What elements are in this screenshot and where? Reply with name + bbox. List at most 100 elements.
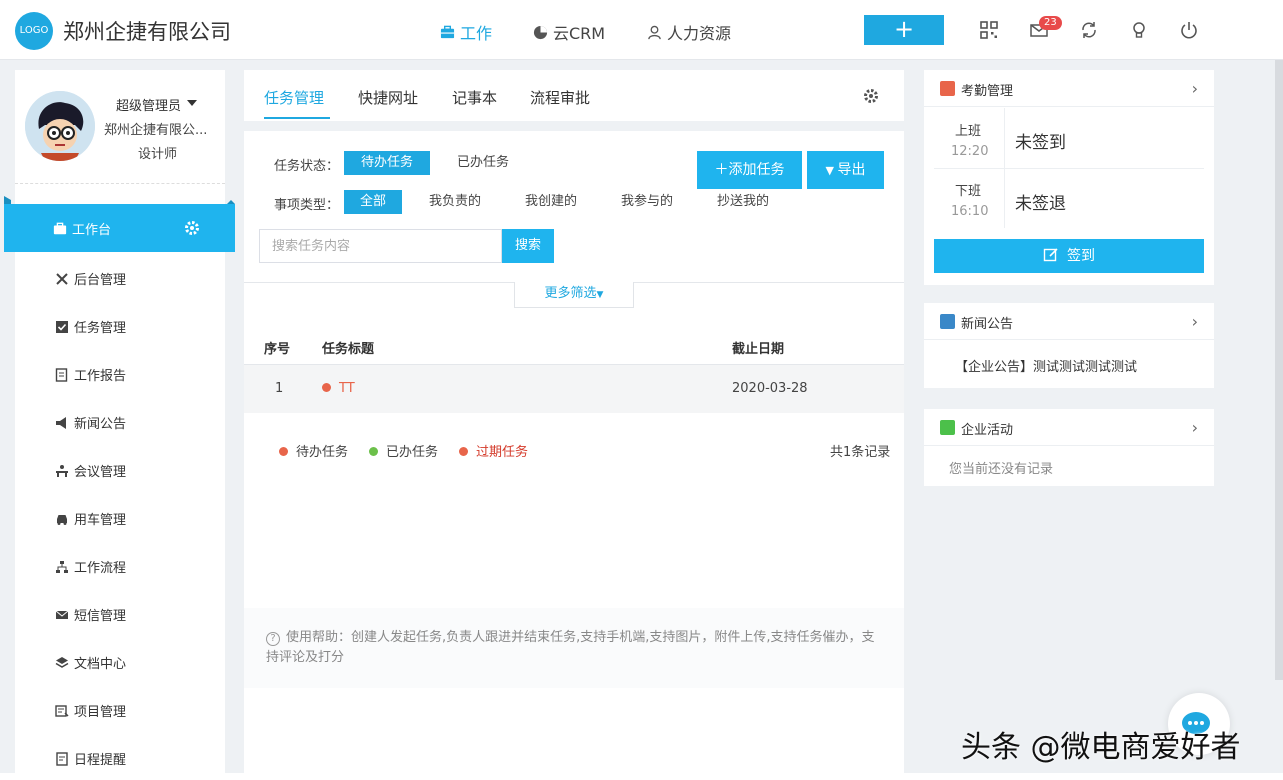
sidebar-item-tasks[interactable]: 任务管理 <box>55 317 126 336</box>
tab-notebook[interactable]: 记事本 <box>452 87 497 108</box>
edit-icon <box>1043 248 1058 262</box>
help-content: 使用帮助：创建人发起任务,负责人跟进并结束任务,支持手机端,支持图片，附件上传,… <box>266 630 875 665</box>
export-button[interactable]: ▼ 导出 <box>807 151 884 189</box>
attendance-header[interactable]: 考勤管理 › <box>924 70 1214 107</box>
meeting-icon <box>56 464 68 477</box>
sign-in-button[interactable]: 签到 <box>934 239 1204 273</box>
type-label: 事项类型： <box>274 198 340 213</box>
bottom-strip <box>0 773 1283 780</box>
nav-crm[interactable]: 云CRM <box>533 20 605 44</box>
lightbulb-icon[interactable] <box>1129 20 1149 40</box>
filter-created[interactable]: 我创建的 <box>514 190 588 214</box>
tab-task-management[interactable]: 任务管理 <box>264 87 324 108</box>
tab-quick-links[interactable]: 快捷网址 <box>358 87 418 108</box>
clock-out-label: 下班 <box>955 184 982 199</box>
sidebar-item-label: 工作流程 <box>74 561 127 576</box>
logo: LOGO <box>15 12 53 50</box>
sidebar-item-label: 新闻公告 <box>74 417 127 432</box>
caret-down-icon: ▼ <box>596 290 604 300</box>
gear-icon[interactable] <box>863 88 879 104</box>
sidebar-item-label: 文档中心 <box>74 657 127 672</box>
megaphone-icon <box>940 314 955 329</box>
user-title: 设计师 <box>138 147 178 162</box>
avatar[interactable] <box>25 91 95 161</box>
car-icon <box>57 514 67 525</box>
column-header-title[interactable]: 任务标题 <box>322 338 374 357</box>
column-header-deadline[interactable]: 截止日期 <box>732 338 784 357</box>
nav-hr[interactable]: 人力资源 <box>647 20 731 44</box>
sidebar-item-projects[interactable]: 项目管理 <box>55 701 126 720</box>
sidebar-item-admin[interactable]: 后台管理 <box>55 269 126 288</box>
news-header[interactable]: 新闻公告 › <box>924 303 1214 340</box>
active-tab-indicator <box>264 117 330 119</box>
row-title-text: TT <box>339 381 355 396</box>
scrollbar[interactable] <box>1275 60 1283 680</box>
row-no: 1 <box>275 381 284 396</box>
column-header-no[interactable]: 序号 <box>264 338 290 357</box>
clock-in-status: 未签到 <box>1015 133 1066 153</box>
row-deadline: 2020-03-28 <box>732 381 808 396</box>
record-count: 共1条记录 <box>830 445 891 460</box>
search-button[interactable]: 搜索 <box>502 229 554 263</box>
more-filter-label: 更多筛选 <box>544 286 597 301</box>
divider <box>934 168 1204 169</box>
company-name: 郑州企捷有限公司 <box>63 20 231 44</box>
filter-mine[interactable]: 我负责的 <box>418 190 492 214</box>
sidebar-item-label: 工作报告 <box>74 369 127 384</box>
sidebar-item-workbench[interactable]: 工作台 <box>4 196 235 252</box>
sidebar-item-news[interactable]: 新闻公告 <box>55 413 126 432</box>
sidebar-item-reports[interactable]: 工作报告 <box>55 365 126 384</box>
sidebar-item-label: 日程提醒 <box>74 753 127 768</box>
attendance-icon <box>940 81 955 96</box>
search-input[interactable] <box>259 229 502 263</box>
clock-in-label: 上班 <box>955 124 982 139</box>
add-task-label: 添加任务 <box>728 162 785 178</box>
tab-approval[interactable]: 流程审批 <box>530 87 590 108</box>
chevron-right-icon[interactable]: › <box>1192 418 1198 437</box>
filter-cc[interactable]: 抄送我的 <box>706 190 780 214</box>
nav-work[interactable]: 工作 <box>440 20 492 44</box>
gear-icon[interactable] <box>184 220 200 236</box>
filter-participated[interactable]: 我参与的 <box>610 190 684 214</box>
message-badge: 23 <box>1039 16 1062 30</box>
chevron-right-icon[interactable]: › <box>1192 79 1198 98</box>
clock-in-time: 12:20 <box>951 144 989 159</box>
activity-icon <box>940 420 955 435</box>
activity-header[interactable]: 企业活动 › <box>924 409 1214 446</box>
watermark: 头条 @微电商爱好者 <box>961 730 1241 765</box>
add-button[interactable]: + <box>864 15 944 45</box>
row-title[interactable]: TT <box>322 381 355 396</box>
layers-icon <box>55 656 69 668</box>
chevron-right-icon[interactable]: › <box>1192 312 1198 331</box>
sidebar-item-meetings[interactable]: 会议管理 <box>55 461 126 480</box>
add-task-button[interactable]: ＋添加任务 <box>697 151 802 189</box>
activity-empty: 您当前还没有记录 <box>949 462 1054 477</box>
filter-done[interactable]: 已办任务 <box>444 151 522 175</box>
filter-pending[interactable]: 待办任务 <box>344 151 430 175</box>
sidebar-item-workflow[interactable]: 工作流程 <box>55 557 126 576</box>
legend-dot <box>279 447 288 456</box>
qrcode-icon[interactable] <box>979 20 999 40</box>
nav-label: 云CRM <box>553 24 606 43</box>
role-dropdown[interactable]: 超级管理员 <box>116 95 197 114</box>
sidebar-item-sms[interactable]: 短信管理 <box>55 605 126 624</box>
status-dot <box>322 383 331 392</box>
refresh-icon[interactable] <box>1079 20 1099 40</box>
sidebar-item-calendar[interactable]: 日程提醒 <box>55 749 126 768</box>
news-item[interactable]: 【企业公告】测试测试测试测试 <box>955 356 1137 375</box>
legend-dot <box>459 447 468 456</box>
power-icon[interactable] <box>1179 20 1199 40</box>
sidebar-item-documents[interactable]: 文档中心 <box>55 653 126 672</box>
sidebar-item-label: 后台管理 <box>74 273 127 288</box>
attendance-title: 考勤管理 <box>961 84 1014 99</box>
tools-icon <box>56 272 68 285</box>
nav-label: 人力资源 <box>667 24 732 43</box>
help-text: ? 使用帮助：创建人发起任务,负责人跟进并结束任务,支持手机端,支持图片，附件上传… <box>244 608 904 688</box>
divider <box>15 183 225 184</box>
sidebar-item-label: 用车管理 <box>74 513 127 528</box>
sidebar-item-vehicles[interactable]: 用车管理 <box>55 509 126 528</box>
nav-label: 工作 <box>460 24 493 43</box>
more-filter-toggle[interactable]: 更多筛选▼ <box>514 282 634 308</box>
filter-all[interactable]: 全部 <box>344 190 402 214</box>
news-title: 新闻公告 <box>961 317 1014 332</box>
